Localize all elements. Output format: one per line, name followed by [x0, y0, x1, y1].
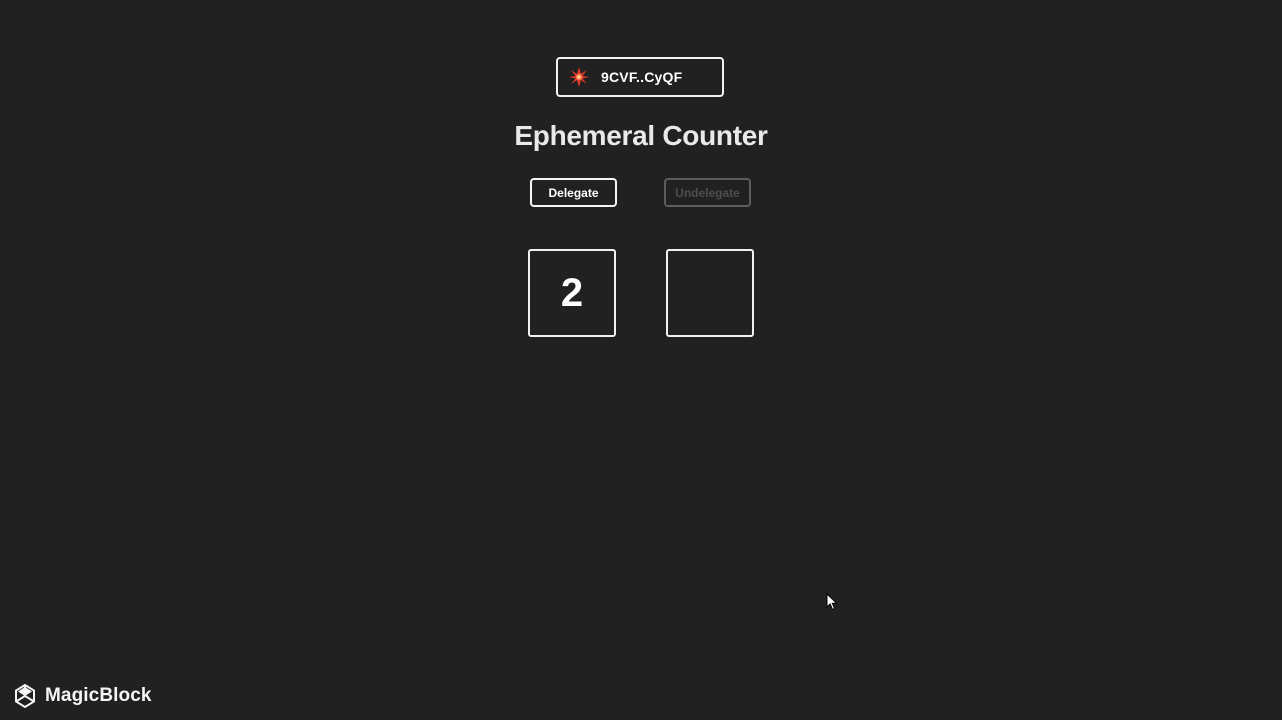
- counter-box-main[interactable]: 2: [528, 249, 616, 337]
- wallet-button[interactable]: 9CVF..CyQF: [556, 57, 724, 97]
- wallet-address: 9CVF..CyQF: [601, 69, 683, 85]
- undelegate-button[interactable]: Undelegate: [664, 178, 751, 207]
- mouse-cursor-icon: [826, 593, 838, 611]
- counter-box-ephemeral[interactable]: [666, 249, 754, 337]
- brand-name: MagicBlock: [45, 685, 152, 706]
- brand-footer: MagicBlock: [14, 683, 152, 709]
- app-page: 9CVF..CyQF Ephemeral Counter Delegate Un…: [0, 0, 1282, 720]
- wallet-avatar-icon: [569, 67, 589, 87]
- magicblock-logo-icon: [15, 684, 35, 708]
- page-title: Ephemeral Counter: [514, 120, 768, 151]
- delegate-button[interactable]: Delegate: [530, 178, 617, 207]
